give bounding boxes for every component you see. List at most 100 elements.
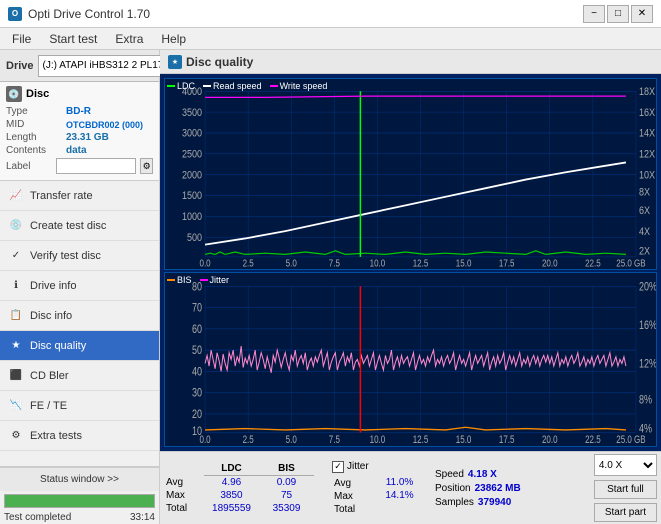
- disc-panel-icon: 💿: [6, 86, 22, 102]
- sidebar-item-extra-tests[interactable]: ⚙ Extra tests: [0, 421, 159, 451]
- jitter-checkbox[interactable]: ✓: [332, 461, 344, 473]
- stats-header-bis: BIS: [259, 462, 314, 476]
- ldc-legend-dot: [167, 85, 175, 87]
- svg-text:0.0: 0.0: [200, 258, 211, 269]
- bottom-chart-svg: 80 70 60 50 40 30 20 10 20% 16% 12%: [165, 273, 656, 446]
- jitter-max-value: 14.1%: [372, 490, 427, 503]
- svg-text:20.0: 20.0: [542, 258, 558, 269]
- sidebar-item-cd-bler[interactable]: ⬛ CD Bler: [0, 361, 159, 391]
- legend-write-speed: Write speed: [270, 81, 328, 91]
- transfer-rate-label: Transfer rate: [30, 190, 93, 202]
- stats-row: LDC BIS Avg 4.96 0.09 Max 3850 75 Total …: [160, 451, 661, 524]
- svg-text:2000: 2000: [182, 170, 202, 182]
- svg-text:15.0: 15.0: [456, 433, 472, 445]
- svg-text:2X: 2X: [639, 246, 650, 258]
- jitter-avg-value: 11.0%: [372, 477, 427, 490]
- svg-text:20%: 20%: [639, 280, 656, 294]
- svg-text:3500: 3500: [182, 107, 202, 119]
- stats-bis-avg: 0.09: [259, 476, 314, 489]
- disc-mid-label: MID: [6, 119, 66, 130]
- svg-text:10.0: 10.0: [370, 258, 386, 269]
- top-chart-svg: 4000 3500 3000 2500 2000 1500 1000 500 1…: [165, 79, 656, 269]
- menu-help[interactable]: Help: [153, 30, 194, 48]
- stats-total-label: Total: [164, 502, 204, 515]
- disc-contents-label: Contents: [6, 145, 66, 156]
- samples-label: Samples: [435, 497, 474, 508]
- menu-extra[interactable]: Extra: [107, 30, 151, 48]
- speed-label: Speed: [435, 469, 464, 480]
- close-button[interactable]: ✕: [631, 5, 653, 23]
- controls-section: 4.0 X Start full Start part: [594, 454, 657, 522]
- status-section: Status window >> Test completed 33:14: [0, 466, 159, 524]
- svg-text:6X: 6X: [639, 205, 650, 217]
- svg-text:500: 500: [187, 232, 202, 244]
- sidebar-item-create-test-disc[interactable]: 💿 Create test disc: [0, 211, 159, 241]
- window-controls: − □ ✕: [583, 5, 653, 23]
- svg-text:40: 40: [192, 365, 202, 379]
- svg-text:2500: 2500: [182, 149, 202, 161]
- sidebar-item-disc-quality[interactable]: ★ Disc quality: [0, 331, 159, 361]
- cd-bler-label: CD Bler: [30, 370, 69, 382]
- stats-header-ldc: LDC: [204, 462, 259, 476]
- stats-table: LDC BIS Avg 4.96 0.09 Max 3850 75 Total …: [164, 454, 324, 522]
- samples-row: Samples 379940: [435, 497, 555, 508]
- status-completed-text: Test completed: [4, 512, 71, 523]
- svg-text:22.5: 22.5: [585, 433, 601, 445]
- sidebar-item-drive-info[interactable]: ℹ Drive info: [0, 271, 159, 301]
- svg-text:1500: 1500: [182, 190, 202, 202]
- svg-text:14X: 14X: [639, 128, 655, 140]
- svg-text:4X: 4X: [639, 226, 650, 238]
- sidebar-item-disc-info[interactable]: 📋 Disc info: [0, 301, 159, 331]
- jitter-total-label: Total: [332, 503, 372, 516]
- verify-test-disc-label: Verify test disc: [30, 250, 101, 262]
- main-layout: Drive (J:) ATAPI iHBS312 2 PL17 ⏏ Speed …: [0, 50, 661, 524]
- speed-selector[interactable]: 4.0 X: [594, 454, 657, 476]
- titlebar-left: O Opti Drive Control 1.70: [8, 7, 150, 21]
- disc-label-input[interactable]: [56, 158, 136, 174]
- start-part-button[interactable]: Start part: [594, 503, 657, 522]
- drive-info-icon: ℹ: [8, 278, 24, 294]
- svg-text:1000: 1000: [182, 211, 202, 223]
- legend-jitter: Jitter: [200, 275, 230, 285]
- disc-length-field: Length 23.31 GB: [6, 132, 153, 143]
- disc-contents-value: data: [66, 145, 87, 156]
- stats-ldc-total: 1895559: [204, 502, 259, 515]
- position-label: Position: [435, 483, 471, 494]
- disc-type-label: Type: [6, 106, 66, 117]
- legend-ldc: LDC: [167, 81, 195, 91]
- menu-start-test[interactable]: Start test: [41, 30, 105, 48]
- chart-header: ★ Disc quality: [160, 50, 661, 74]
- disc-mid-field: MID OTCBDR002 (000): [6, 119, 153, 130]
- samples-value: 379940: [478, 497, 511, 508]
- read-speed-legend-dot: [203, 85, 211, 87]
- svg-text:30: 30: [192, 387, 202, 401]
- fe-te-label: FE / TE: [30, 400, 67, 412]
- disc-length-value: 23.31 GB: [66, 132, 109, 143]
- start-full-button[interactable]: Start full: [594, 480, 657, 499]
- extra-tests-icon: ⚙: [8, 428, 24, 444]
- svg-text:3000: 3000: [182, 128, 202, 140]
- bottom-chart: BIS Jitter: [164, 272, 657, 447]
- disc-label-button[interactable]: ⚙: [140, 158, 153, 174]
- sidebar-item-transfer-rate[interactable]: 📈 Transfer rate: [0, 181, 159, 211]
- svg-text:0.0: 0.0: [200, 433, 211, 445]
- create-test-disc-icon: 💿: [8, 218, 24, 234]
- position-value: 23862 MB: [475, 483, 521, 494]
- status-window-button[interactable]: Status window >>: [0, 467, 159, 491]
- stats-bis-max: 75: [259, 489, 314, 502]
- menu-file[interactable]: File: [4, 30, 39, 48]
- sidebar-item-fe-te[interactable]: 📉 FE / TE: [0, 391, 159, 421]
- sidebar-item-verify-test-disc[interactable]: ✓ Verify test disc: [0, 241, 159, 271]
- maximize-button[interactable]: □: [607, 5, 629, 23]
- speed-row: Speed 4.18 X: [435, 469, 555, 480]
- status-text-row: Test completed 33:14: [0, 511, 159, 524]
- menubar: File Start test Extra Help: [0, 28, 661, 50]
- app-icon: O: [8, 7, 22, 21]
- minimize-button[interactable]: −: [583, 5, 605, 23]
- speed-value: 4.18 X: [468, 469, 497, 480]
- svg-text:7.5: 7.5: [329, 433, 340, 445]
- svg-text:18X: 18X: [639, 86, 655, 98]
- app-title: Opti Drive Control 1.70: [28, 7, 150, 21]
- svg-text:60: 60: [192, 323, 202, 337]
- disc-type-field: Type BD-R: [6, 106, 153, 117]
